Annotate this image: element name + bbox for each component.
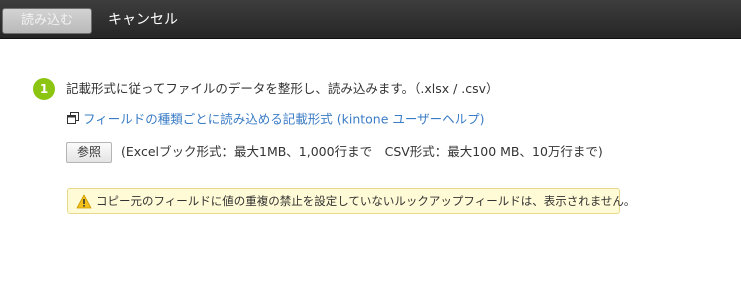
external-link-icon [67,110,79,128]
help-link-row: フィールドの種類ごとに読み込める記載形式 (kintone ユーザーヘルプ) [67,110,485,129]
file-size-limits: (Excelブック形式：最大1MB、1,000行まで CSV形式：最大100 M… [121,144,603,159]
step-number-badge: 1 [33,78,55,100]
warning-icon [76,194,92,213]
cancel-button[interactable]: キャンセル [108,11,178,29]
browse-button[interactable]: 参照 [66,142,112,163]
load-button[interactable]: 読み込む [2,8,92,34]
step-instruction: 記載形式に従ってファイルのデータを整形し、読み込みます。（.xlsx / .cs… [66,81,499,96]
format-help-link[interactable]: フィールドの種類ごとに読み込める記載形式 (kintone ユーザーヘルプ) [83,112,485,127]
toolbar: 読み込む キャンセル [0,0,741,39]
warning-text: コピー元のフィールドに値の重複の禁止を設定していないルックアップフィールドは、表… [96,194,636,208]
warning-message: コピー元のフィールドに値の重複の禁止を設定していないルックアップフィールドは、表… [67,188,635,214]
